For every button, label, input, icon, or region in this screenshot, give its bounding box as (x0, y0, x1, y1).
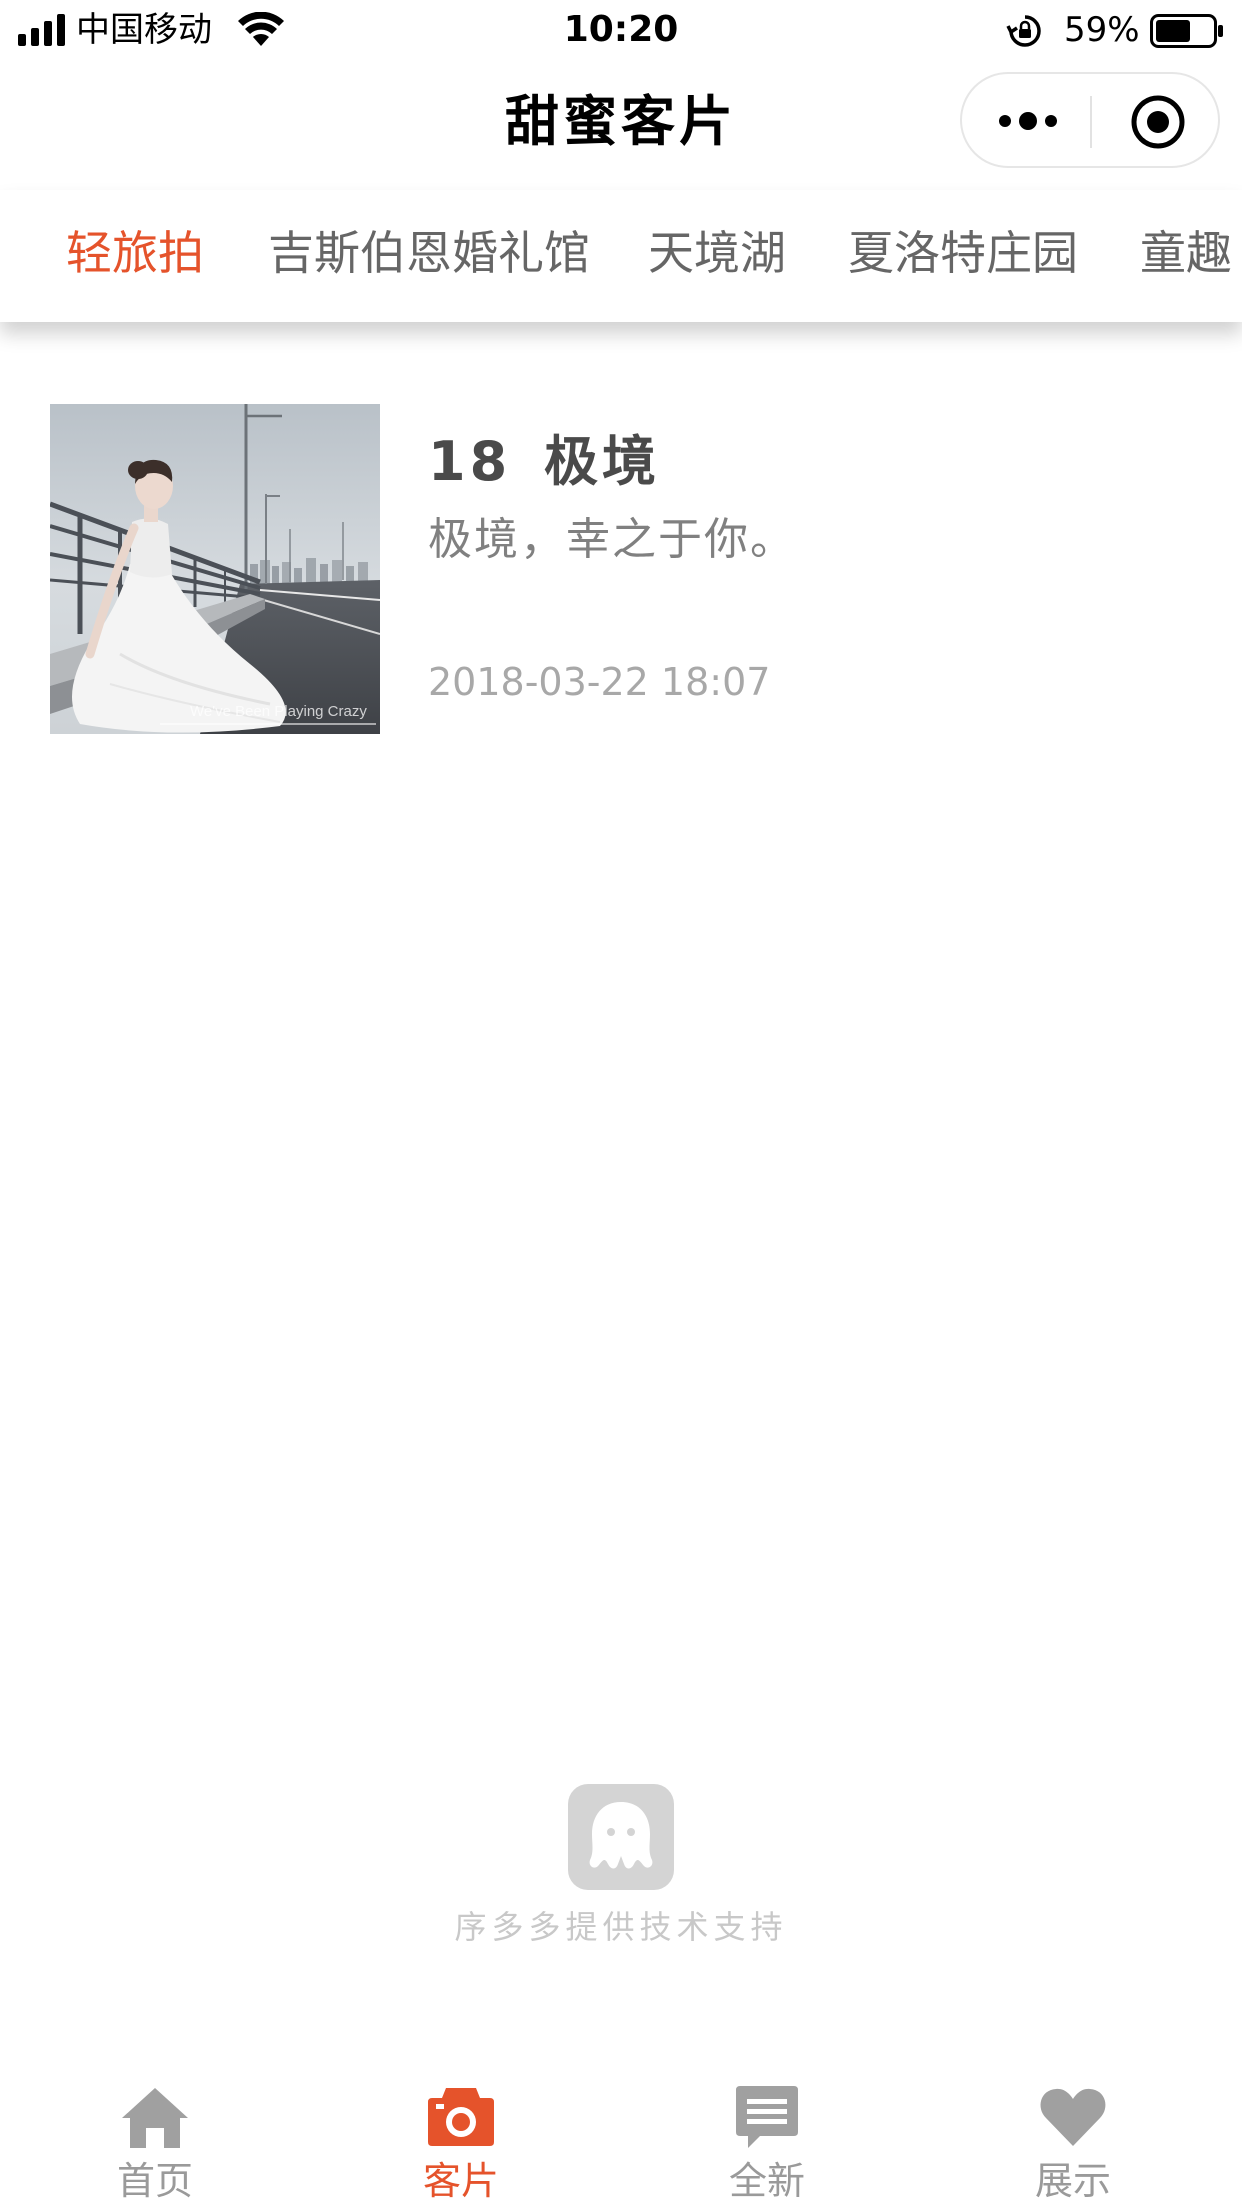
more-options-icon[interactable] (996, 108, 1060, 134)
rotation-lock-icon (1006, 15, 1041, 47)
status-bar: 中国移动 10:20 59% (0, 0, 1242, 62)
capsule-divider (1090, 96, 1092, 148)
tabbar-item-showcase[interactable]: 展示 (918, 2060, 1228, 2208)
heart-icon (1040, 2088, 1106, 2146)
message-icon (736, 2086, 798, 2148)
svg-text:We've Been Playing Crazy: We've Been Playing Crazy (190, 703, 367, 720)
close-mini-program-icon[interactable] (1128, 92, 1188, 152)
article-card[interactable]: We've Been Playing Crazy 18 极境 极境，幸之于你。 … (50, 404, 1210, 736)
tabbar-label-showcase: 展示 (1034, 2159, 1111, 2203)
tabbar-item-photos[interactable]: 客片 (306, 2060, 616, 2208)
tech-support-text: 序多多提供技术支持 (454, 1908, 788, 1946)
article-title[interactable]: 18 极境 (428, 426, 660, 498)
wedding-photo-image: We've Been Playing Crazy (50, 404, 380, 734)
article-description: 极境，幸之于你。 (428, 514, 796, 565)
battery-icon (1150, 14, 1223, 48)
home-icon (122, 2088, 188, 2148)
tab-tianjing-lake[interactable]: 天境湖 (648, 220, 786, 286)
article-timestamp: 2018-03-22 18:07 (428, 660, 771, 704)
tab-light-travel[interactable]: 轻旅拍 (66, 220, 204, 286)
tab-gisborne-wedding-hall[interactable]: 吉斯伯恩婚礼馆 (268, 220, 590, 286)
tabbar-item-new[interactable]: 全新 (612, 2060, 922, 2208)
screen: 中国移动 10:20 59% 甜蜜客片 轻旅拍 吉斯伯恩婚礼馆 天境湖 夏洛特庄… (0, 0, 1242, 2208)
camera-icon (428, 2088, 494, 2146)
tabbar-label-new: 全新 (728, 2159, 805, 2203)
tabbar-item-home[interactable]: 首页 (0, 2060, 310, 2208)
tabbar-label-home: 首页 (116, 2159, 193, 2203)
tab-childhood-fun[interactable]: 童趣 (1140, 220, 1232, 286)
tabbar-label-photos: 客片 (422, 2159, 499, 2203)
mini-program-capsule (960, 72, 1220, 168)
status-time: 10:20 (563, 9, 679, 50)
octopus-logo-icon (568, 1784, 674, 1890)
bottom-tab-bar: 首页 客片 全新 展示 (0, 2060, 1242, 2208)
category-tabs: 轻旅拍 吉斯伯恩婚礼馆 天境湖 夏洛特庄园 童趣 (0, 190, 1242, 322)
battery-percentage: 59% (1064, 10, 1140, 50)
tab-charlotte-manor[interactable]: 夏洛特庄园 (848, 220, 1078, 286)
article-thumbnail: We've Been Playing Crazy (50, 404, 380, 734)
